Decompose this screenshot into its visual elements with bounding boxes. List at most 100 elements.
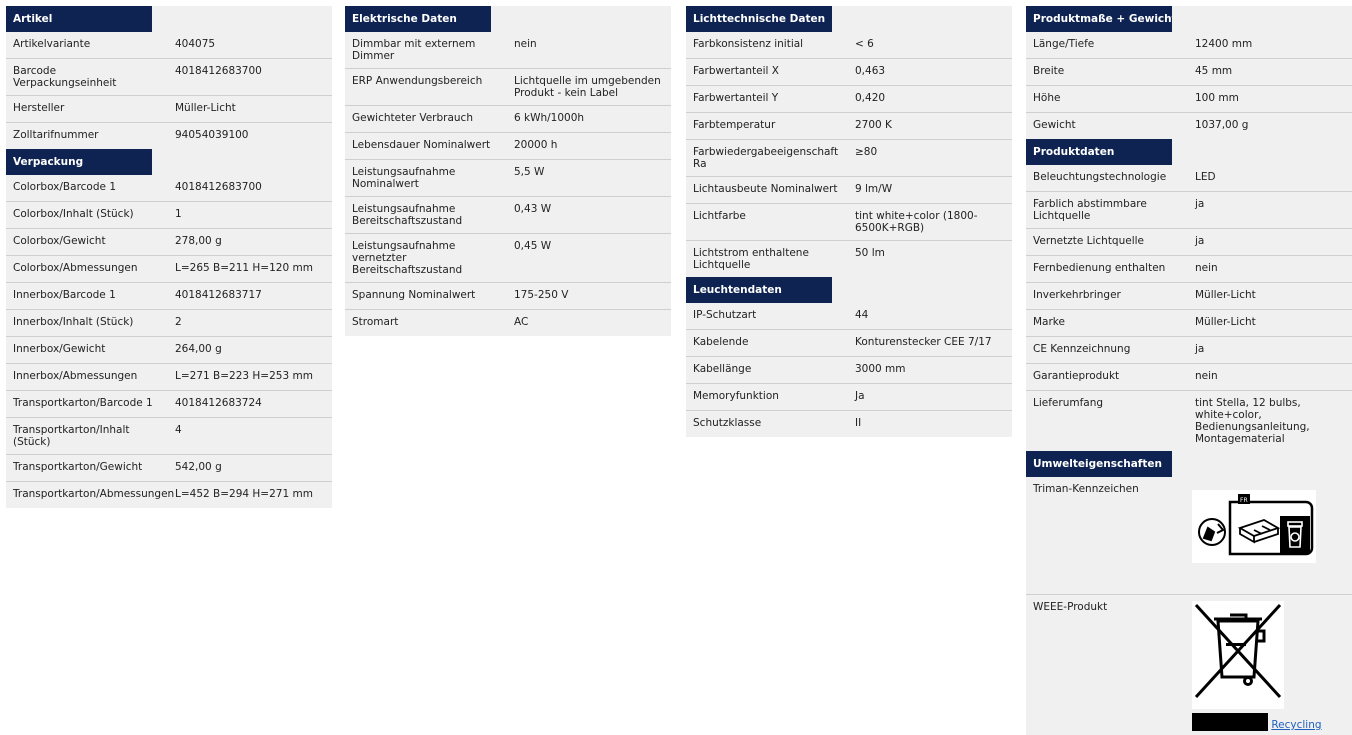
- spec-key: Breite: [1033, 65, 1065, 77]
- spec-key: Transportkarton/Inhalt (Stück): [13, 424, 130, 448]
- spec-value: 1: [175, 208, 182, 220]
- spec-row: Zolltarifnummer 94054039100: [6, 122, 332, 149]
- spec-value: 12400 mm: [1195, 38, 1253, 50]
- spec-key: CE Kennzeichnung: [1033, 343, 1131, 355]
- spec-value: 0,45 W: [514, 240, 552, 252]
- spec-key: Barcode Verpackungseinheit: [13, 65, 117, 89]
- spec-key: Innerbox/Inhalt (Stück): [13, 316, 134, 328]
- spec-key: Lichtstrom enthaltene Lichtquelle: [693, 247, 809, 271]
- spec-row: Gewicht 1037,00 g: [1026, 112, 1352, 139]
- spec-key: Spannung Nominalwert: [352, 289, 476, 301]
- spec-key: Farbwertanteil Y: [693, 92, 779, 104]
- spec-key: Fernbedienung enthalten: [1033, 262, 1166, 274]
- spec-key: Leistungsaufnahme Bereitschaftszustand: [352, 203, 463, 227]
- section-header-elektrische-daten: Elektrische Daten: [345, 6, 671, 32]
- spec-row: Lichtstrom enthaltene Lichtquelle 50 lm: [686, 240, 1012, 277]
- spec-row: Gewichteter Verbrauch 6 kWh/1000h: [345, 105, 671, 132]
- recycling-link[interactable]: Recycling: [1271, 719, 1321, 731]
- spec-value: 4018412683717: [175, 289, 262, 301]
- spec-key: Innerbox/Barcode 1: [13, 289, 116, 301]
- spec-value: 404075: [175, 38, 216, 50]
- spec-key: Dimmbar mit externem Dimmer: [352, 38, 476, 62]
- spec-value: 4018412683700: [175, 65, 262, 77]
- spec-row: Schutzklasse II: [686, 410, 1012, 437]
- spec-row: Colorbox/Gewicht 278,00 g: [6, 228, 332, 255]
- weee-bin-icon: [1192, 601, 1284, 711]
- spec-key: Schutzklasse: [693, 417, 762, 429]
- spec-key: Lichtausbeute Nominalwert: [693, 183, 838, 195]
- spec-key: WEEE-Produkt: [1033, 601, 1108, 613]
- spec-row: Inverkehrbringer Müller-Licht: [1026, 282, 1352, 309]
- section-header-artikel: Artikel: [6, 6, 332, 32]
- spec-row: Colorbox/Barcode 1 4018412683700: [6, 175, 332, 201]
- spec-key: Garantieprodukt: [1033, 370, 1120, 382]
- spec-value: Müller-Licht: [1195, 289, 1256, 301]
- spec-key: Innerbox/Abmessungen: [13, 370, 138, 382]
- spec-key: Kabellänge: [693, 363, 752, 375]
- spec-value: 2: [175, 316, 182, 328]
- triman-logo: FR: [1192, 490, 1316, 563]
- spec-row: Lichtausbeute Nominalwert 9 lm/W: [686, 176, 1012, 203]
- spec-row: Vernetzte Lichtquelle ja: [1026, 228, 1352, 255]
- spec-value: 5,5 W: [514, 166, 545, 178]
- spec-value: Müller-Licht: [1195, 316, 1256, 328]
- spec-row: Innerbox/Gewicht 264,00 g: [6, 336, 332, 363]
- spec-key: Transportkarton/Abmessungen: [13, 488, 175, 500]
- spec-key: Memoryfunktion: [693, 390, 779, 402]
- spec-value: tint white+color (1800-6500K+RGB): [855, 210, 978, 234]
- section-title: Lichttechnische Daten: [686, 6, 832, 32]
- spec-value: 4018412683700: [175, 181, 262, 193]
- spec-value: 4018412683724: [175, 397, 262, 409]
- spec-key: Lebensdauer Nominalwert: [352, 139, 491, 151]
- spec-key: Farbtemperatur: [693, 119, 776, 131]
- spec-row: Höhe 100 mm: [1026, 85, 1352, 112]
- section-title: Verpackung: [6, 149, 152, 175]
- spec-row: Innerbox/Barcode 1 4018412683717: [6, 282, 332, 309]
- spec-key: Stromart: [352, 316, 399, 328]
- spec-row: Leistungsaufnahme vernetzter Bereitschaf…: [345, 233, 671, 282]
- spec-value: 175-250 V: [514, 289, 569, 301]
- section-header-verpackung: Verpackung: [6, 149, 332, 175]
- spec-row: Farbkonsistenz initial < 6: [686, 32, 1012, 58]
- spec-row: Barcode Verpackungseinheit 4018412683700: [6, 58, 332, 95]
- spec-row: Breite 45 mm: [1026, 58, 1352, 85]
- spec-row: Beleuchtungstechnologie LED: [1026, 165, 1352, 191]
- spec-key: Vernetzte Lichtquelle: [1033, 235, 1145, 247]
- spec-row: IP-Schutzart 44: [686, 303, 1012, 329]
- spec-value: Müller-Licht: [175, 102, 236, 114]
- spec-key: Leistungsaufnahme Nominalwert: [352, 166, 456, 190]
- spec-row: Innerbox/Inhalt (Stück) 2: [6, 309, 332, 336]
- spec-key: Farblich abstimmbare Lichtquelle: [1033, 198, 1147, 222]
- spec-row: Fernbedienung enthalten nein: [1026, 255, 1352, 282]
- spec-row: Farbwertanteil X 0,463: [686, 58, 1012, 85]
- section-title: Umwelteigenschaften: [1026, 451, 1172, 477]
- section-header-lichttechnische-daten: Lichttechnische Daten: [686, 6, 1012, 32]
- spec-row-weee: WEEE-Produkt Recycling: [1026, 594, 1352, 735]
- spec-key: Transportkarton/Gewicht: [13, 461, 143, 473]
- spec-row: CE Kennzeichnung ja: [1026, 336, 1352, 363]
- spec-value: L=265 B=211 H=120 mm: [175, 262, 313, 274]
- spec-row: Leistungsaufnahme Nominalwert 5,5 W: [345, 159, 671, 196]
- weee-black-bar: [1192, 713, 1268, 731]
- spec-key: Leistungsaufnahme vernetzter Bereitschaf…: [352, 240, 463, 276]
- spec-row: Farblich abstimmbare Lichtquelle ja: [1026, 191, 1352, 228]
- spec-value: Lichtquelle im umgebenden Produkt - kein…: [514, 75, 661, 99]
- spec-row: Leistungsaufnahme Bereitschaftszustand 0,…: [345, 196, 671, 233]
- spec-key: Farbwertanteil X: [693, 65, 780, 77]
- spec-key: Kabelende: [693, 336, 749, 348]
- spec-row: Colorbox/Inhalt (Stück) 1: [6, 201, 332, 228]
- spec-key: Colorbox/Inhalt (Stück): [13, 208, 134, 220]
- spec-key: Hersteller: [13, 102, 65, 114]
- spec-value: 0,420: [855, 92, 886, 104]
- spec-row: Stromart AC: [345, 309, 671, 336]
- spec-key: Farbwiedergabeeigenschaft Ra: [693, 146, 839, 170]
- spec-row: Transportkarton/Inhalt (Stück) 4: [6, 417, 332, 454]
- spec-row: Dimmbar mit externem Dimmer nein: [345, 32, 671, 68]
- spec-row: Garantieprodukt nein: [1026, 363, 1352, 390]
- spec-key: Inverkehrbringer: [1033, 289, 1121, 301]
- spec-value: 4: [175, 424, 182, 436]
- spec-key: Länge/Tiefe: [1033, 38, 1095, 50]
- spec-key: Höhe: [1033, 92, 1061, 104]
- spec-row: Lebensdauer Nominalwert 20000 h: [345, 132, 671, 159]
- spec-value: II: [855, 417, 862, 429]
